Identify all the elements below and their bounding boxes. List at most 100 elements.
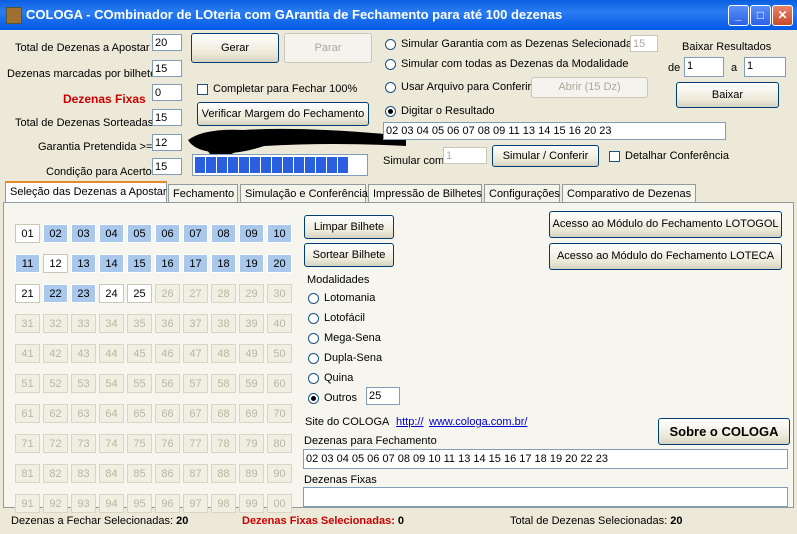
number-cell[interactable]: 38 bbox=[211, 314, 236, 333]
number-cell[interactable]: 68 bbox=[211, 404, 236, 423]
dezenas-marcadas-field[interactable]: 15 bbox=[152, 60, 182, 77]
dezenas-sorteadas-field[interactable]: 15 bbox=[152, 109, 182, 126]
number-cell[interactable]: 26 bbox=[155, 284, 180, 303]
number-cell[interactable]: 92 bbox=[43, 494, 68, 513]
number-cell[interactable]: 07 bbox=[183, 224, 208, 243]
number-cell[interactable]: 73 bbox=[71, 434, 96, 453]
number-cell[interactable]: 10 bbox=[267, 224, 292, 243]
number-cell[interactable]: 50 bbox=[267, 344, 292, 363]
number-cell[interactable]: 20 bbox=[267, 254, 292, 273]
number-cell[interactable]: 11 bbox=[15, 254, 40, 273]
number-cell[interactable]: 25 bbox=[127, 284, 152, 303]
tab-0[interactable]: Seleção das Dezenas a Apostar bbox=[5, 181, 167, 203]
number-cell[interactable]: 88 bbox=[211, 464, 236, 483]
resultado-field[interactable]: 02 03 04 05 06 07 08 09 11 13 14 15 16 2… bbox=[383, 122, 726, 140]
lotogol-button[interactable]: Acesso ao Módulo do Fechamento LOTOGOL bbox=[549, 211, 782, 238]
modalidade-radio[interactable] bbox=[308, 293, 319, 304]
number-cell[interactable]: 03 bbox=[71, 224, 96, 243]
number-cell[interactable]: 69 bbox=[239, 404, 264, 423]
number-cell[interactable]: 58 bbox=[211, 374, 236, 393]
tab-4[interactable]: Configurações bbox=[484, 184, 560, 202]
outros-field[interactable]: 25 bbox=[366, 387, 400, 405]
number-cell[interactable]: 76 bbox=[155, 434, 180, 453]
fixas-panel-field[interactable] bbox=[303, 487, 788, 507]
tab-2[interactable]: Simulação e Conferência bbox=[240, 184, 368, 202]
number-cell[interactable]: 74 bbox=[99, 434, 124, 453]
usar-arquivo-radio[interactable] bbox=[385, 82, 396, 93]
number-cell[interactable]: 33 bbox=[71, 314, 96, 333]
number-cell[interactable]: 39 bbox=[239, 314, 264, 333]
number-cell[interactable]: 14 bbox=[99, 254, 124, 273]
number-cell[interactable]: 67 bbox=[183, 404, 208, 423]
tab-3[interactable]: Impressão de Bilhetes bbox=[368, 184, 482, 202]
number-cell[interactable]: 45 bbox=[127, 344, 152, 363]
digitar-resultado-radio[interactable] bbox=[385, 106, 396, 117]
number-cell[interactable]: 01 bbox=[15, 224, 40, 243]
number-cell[interactable]: 93 bbox=[71, 494, 96, 513]
number-cell[interactable]: 15 bbox=[127, 254, 152, 273]
number-cell[interactable]: 17 bbox=[183, 254, 208, 273]
number-cell[interactable]: 78 bbox=[211, 434, 236, 453]
number-cell[interactable]: 72 bbox=[43, 434, 68, 453]
total-dezenas-field[interactable]: 20 bbox=[152, 34, 182, 51]
number-cell[interactable]: 87 bbox=[183, 464, 208, 483]
number-cell[interactable]: 41 bbox=[15, 344, 40, 363]
number-cell[interactable]: 77 bbox=[183, 434, 208, 453]
number-cell[interactable]: 08 bbox=[211, 224, 236, 243]
number-cell[interactable]: 48 bbox=[211, 344, 236, 363]
number-cell[interactable]: 82 bbox=[43, 464, 68, 483]
baixar-a-field[interactable]: 1 bbox=[744, 57, 786, 77]
number-cell[interactable]: 99 bbox=[239, 494, 264, 513]
number-cell[interactable]: 62 bbox=[43, 404, 68, 423]
number-cell[interactable]: 29 bbox=[239, 284, 264, 303]
number-cell[interactable]: 80 bbox=[267, 434, 292, 453]
sobre-button[interactable]: Sobre o COLOGA bbox=[658, 418, 790, 445]
baixar-de-field[interactable]: 1 bbox=[684, 57, 724, 77]
number-cell[interactable]: 57 bbox=[183, 374, 208, 393]
number-cell[interactable]: 94 bbox=[99, 494, 124, 513]
simular-selecionadas-field[interactable]: 15 bbox=[630, 35, 658, 52]
minimize-button[interactable]: _ bbox=[728, 5, 749, 26]
tab-1[interactable]: Fechamento bbox=[168, 184, 238, 202]
number-cell[interactable]: 56 bbox=[155, 374, 180, 393]
simular-selecionadas-radio[interactable] bbox=[385, 39, 396, 50]
number-cell[interactable]: 24 bbox=[99, 284, 124, 303]
number-cell[interactable]: 65 bbox=[127, 404, 152, 423]
number-cell[interactable]: 06 bbox=[155, 224, 180, 243]
number-cell[interactable]: 22 bbox=[43, 284, 68, 303]
modalidade-radio[interactable] bbox=[308, 393, 319, 404]
number-cell[interactable]: 43 bbox=[71, 344, 96, 363]
number-cell[interactable]: 75 bbox=[127, 434, 152, 453]
number-cell[interactable]: 31 bbox=[15, 314, 40, 333]
number-cell[interactable]: 28 bbox=[211, 284, 236, 303]
number-cell[interactable]: 83 bbox=[71, 464, 96, 483]
simular-todas-radio[interactable] bbox=[385, 59, 396, 70]
number-cell[interactable]: 66 bbox=[155, 404, 180, 423]
site-http-link[interactable]: http:// bbox=[396, 416, 424, 428]
number-cell[interactable]: 47 bbox=[183, 344, 208, 363]
number-cell[interactable]: 16 bbox=[155, 254, 180, 273]
dezenas-fixas-field[interactable]: 0 bbox=[152, 84, 182, 101]
number-cell[interactable]: 40 bbox=[267, 314, 292, 333]
close-button[interactable]: ✕ bbox=[772, 5, 793, 26]
modalidade-radio[interactable] bbox=[308, 313, 319, 324]
number-cell[interactable]: 42 bbox=[43, 344, 68, 363]
number-cell[interactable]: 23 bbox=[71, 284, 96, 303]
number-cell[interactable]: 85 bbox=[127, 464, 152, 483]
number-cell[interactable]: 51 bbox=[15, 374, 40, 393]
parar-button[interactable]: Parar bbox=[284, 33, 372, 63]
number-cell[interactable]: 49 bbox=[239, 344, 264, 363]
maximize-button[interactable]: □ bbox=[750, 5, 771, 26]
number-cell[interactable]: 64 bbox=[99, 404, 124, 423]
number-cell[interactable]: 34 bbox=[99, 314, 124, 333]
number-cell[interactable]: 86 bbox=[155, 464, 180, 483]
number-cell[interactable]: 36 bbox=[155, 314, 180, 333]
number-cell[interactable]: 55 bbox=[127, 374, 152, 393]
loteca-button[interactable]: Acesso ao Módulo do Fechamento LOTECA bbox=[549, 243, 782, 270]
condicao-field[interactable]: 15 bbox=[152, 158, 182, 175]
number-cell[interactable]: 95 bbox=[127, 494, 152, 513]
title-bar[interactable]: COLOGA - COmbinador de LOteria com GAran… bbox=[0, 0, 797, 30]
number-cell[interactable]: 02 bbox=[43, 224, 68, 243]
number-cell[interactable]: 96 bbox=[155, 494, 180, 513]
number-cell[interactable]: 12 bbox=[43, 254, 68, 273]
